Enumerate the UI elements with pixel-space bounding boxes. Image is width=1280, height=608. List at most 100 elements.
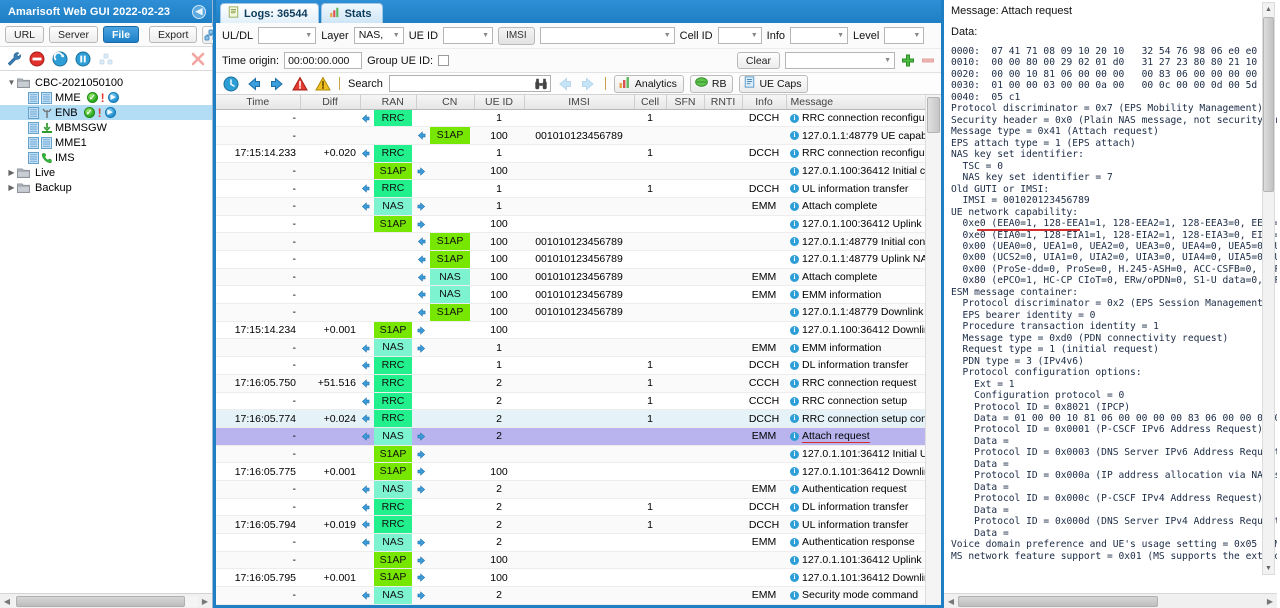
col-message[interactable]: Message — [786, 95, 925, 110]
tree-item-backup[interactable]: ▶ Backup — [0, 180, 212, 195]
scroll-right-arrow-icon[interactable]: ▶ — [198, 597, 212, 606]
col-sfn[interactable]: SFN — [666, 95, 705, 110]
table-row[interactable]: -RRC11DCCHiRRC connection reconfiguratio… — [216, 109, 925, 128]
table-row[interactable]: - NAS 100 001010123456789 EMM i Attach complet… — [216, 268, 925, 287]
table-row[interactable]: - S1AP 100 i127.0.1.100:36412 Uplink NAS tr… — [216, 215, 925, 234]
table-row[interactable]: - NAS 2 EMM i Authentication request — [216, 480, 925, 499]
col-ran[interactable]: RAN — [370, 95, 417, 110]
message-detail-content[interactable]: Message: Attach request Data: 0000: 07 4… — [944, 0, 1277, 593]
table-row[interactable]: - RRC 1 1 DCCH i DL information transfer — [216, 356, 925, 375]
status-ok-icon[interactable]: ✓ — [86, 92, 98, 103]
table-row[interactable]: 17:16:05.750 +51.516 RRC 2 1 CCCH i RRC connect… — [216, 374, 925, 393]
server-button[interactable]: Server — [49, 26, 98, 43]
layer-select[interactable]: NAS, ▼ — [353, 27, 404, 44]
chevron-down-icon[interactable]: ▼ — [6, 78, 17, 87]
table-row[interactable]: - S1AP 100 001010123456789 i 127.0.1.1:48779 … — [216, 232, 925, 251]
restart-icon[interactable] — [52, 51, 68, 67]
table-row[interactable]: - NAS 2 EMM i Authentication response — [216, 533, 925, 552]
scroll-left-arrow-icon[interactable]: ◀ — [944, 597, 958, 606]
detail-scroll-thumb[interactable] — [1263, 17, 1274, 192]
scroll-up-arrow-icon[interactable]: ▲ — [1263, 3, 1274, 15]
stop-icon[interactable] — [29, 51, 45, 67]
sidebar-horizontal-scrollbar[interactable]: ◀ ▶ — [0, 593, 212, 608]
table-row[interactable]: - NAS 2 EMM i Attach request — [216, 427, 925, 446]
level-select[interactable]: ▼ — [884, 27, 925, 44]
table-row[interactable]: 17:16:05.775 +0.001 S1AP 100 i 127.0.1.101:36… — [216, 462, 925, 481]
col-diff[interactable]: Diff — [300, 95, 361, 110]
table-row[interactable]: -RRC21DCCHiDL information transfer — [216, 604, 925, 605]
search-prev-icon[interactable] — [557, 75, 574, 92]
minus-icon[interactable] — [920, 53, 935, 68]
table-row[interactable]: 17:15:14.233 +0.020 RRC 1 1 DCCH i RRC connecti… — [216, 144, 925, 163]
tree-item-mme[interactable]: MME ✓! ▶ — [0, 90, 212, 105]
analytics-button[interactable]: Analytics — [613, 74, 684, 93]
binoculars-icon[interactable] — [534, 77, 548, 94]
play-icon[interactable]: ▶ — [107, 92, 119, 103]
arrow-right-icon[interactable] — [268, 75, 285, 92]
ueid-select[interactable]: ▼ — [443, 27, 494, 44]
table-row[interactable]: -RRC21DCCHiDL information transfer — [216, 498, 925, 517]
scroll-right-arrow-icon[interactable]: ▶ — [1263, 597, 1277, 606]
table-row[interactable]: - S1AP 100 001010123456789 i 127.0.1.1:48779 … — [216, 126, 925, 145]
imsi-select[interactable]: ▼ — [539, 27, 675, 44]
tree-item-mbmsgw[interactable]: MBMSGW — [0, 120, 212, 135]
alert-icon[interactable]: ! — [98, 107, 102, 119]
scroll-left-arrow-icon[interactable]: ◀ — [0, 597, 14, 606]
tree-item-cbc-2021050100[interactable]: ▼ CBC-2021050100 — [0, 75, 212, 90]
group-ueid-checkbox[interactable] — [438, 55, 450, 66]
table-row[interactable]: 17:15:14.234 +0.001 S1AP 100 i 127.0.1.100:36… — [216, 321, 925, 340]
col-cell[interactable]: Cell — [634, 95, 667, 110]
table-row[interactable]: - S1AP 100 i127.0.1.100:36412 Initial conte… — [216, 162, 925, 181]
sidebar-scroll-thumb[interactable] — [16, 595, 186, 607]
col-ueid[interactable]: UE ID — [474, 95, 525, 110]
tree-item-mme1[interactable]: MME1 — [0, 135, 212, 150]
tab-logs[interactable]: Logs: 36544 — [220, 3, 319, 23]
table-row[interactable]: - NAS 100 001010123456789 EMM i EMM informatio… — [216, 285, 925, 305]
uldl-select[interactable]: ▼ — [258, 27, 317, 44]
file-button[interactable]: File — [102, 26, 140, 43]
url-button[interactable]: URL — [5, 26, 45, 43]
table-row[interactable]: - NAS 1 EMM i EMM information — [216, 338, 925, 358]
arrow-left-icon[interactable] — [245, 75, 262, 92]
sidebar-scroll-track[interactable] — [14, 595, 198, 607]
clock-icon[interactable] — [222, 75, 239, 92]
table-row[interactable]: 17:16:05.774 +0.024 RRC 2 1 DCCH i RRC connecti… — [216, 409, 925, 428]
alert-icon[interactable]: ! — [101, 92, 105, 104]
table-row[interactable]: - S1AP 100 001010123456789 i 127.0.1.1:48779 … — [216, 303, 925, 322]
export-button[interactable]: Export — [149, 26, 198, 43]
table-row[interactable]: - S1AP 100 001010123456789 i 127.0.1.1:48779 … — [216, 250, 925, 269]
detail-vertical-scrollbar[interactable]: ▲ ▼ — [1262, 2, 1275, 575]
scroll-down-arrow-icon[interactable]: ▼ — [1263, 562, 1274, 574]
tree-item-enb[interactable]: ENB ✓! ▶ — [0, 105, 212, 120]
search-input[interactable] — [388, 75, 551, 94]
pause-icon[interactable] — [75, 51, 91, 67]
col-cn[interactable]: CN — [426, 95, 475, 110]
search-next-icon[interactable] — [580, 75, 597, 92]
close-icon[interactable] — [190, 51, 206, 67]
info-select[interactable]: ▼ — [790, 27, 848, 44]
chevron-right-icon[interactable]: ▶ — [6, 168, 17, 177]
table-row[interactable]: - S1AP 100 i127.0.1.101:36412 Uplink NAS tr… — [216, 551, 925, 570]
preset-select[interactable]: ▼ — [785, 52, 895, 69]
ue-caps-button[interactable]: UE Caps — [739, 74, 809, 93]
table-row[interactable]: - NAS 1 EMM i Attach complete — [216, 197, 925, 216]
play-icon[interactable]: ▶ — [104, 107, 116, 118]
chevron-right-icon[interactable]: ▶ — [6, 183, 17, 192]
tree-item-live[interactable]: ▶ Live — [0, 165, 212, 180]
detail-hscroll-thumb[interactable] — [958, 596, 1158, 607]
col-rnti[interactable]: RNTI — [704, 95, 743, 110]
warning-triangle-icon[interactable] — [314, 75, 331, 92]
table-row[interactable]: 17:16:05.795 +0.001 S1AP 100 i 127.0.1.101:36… — [216, 568, 925, 588]
wrench-icon[interactable] — [6, 51, 22, 67]
col-time[interactable]: Time — [216, 95, 301, 110]
node-tree[interactable]: ▼ CBC-2021050100 MME ✓! ▶ ENB ✓! ▶ MBMSGW MME1 IMS… — [0, 71, 212, 593]
plus-icon[interactable] — [900, 53, 915, 68]
clear-button[interactable]: Clear — [736, 52, 780, 69]
table-row[interactable]: - NAS 2 EMM i Security mode command — [216, 586, 925, 605]
tab-stats[interactable]: Stats — [320, 3, 383, 23]
table-row[interactable]: 17:16:05.794 +0.019 RRC 2 1 DCCH i UL informati… — [216, 515, 925, 534]
cellid-select[interactable]: ▼ — [717, 27, 762, 44]
chevron-left-icon[interactable]: ◀ — [192, 4, 206, 19]
rb-button[interactable]: RB — [689, 74, 734, 93]
imsi-button[interactable]: IMSI — [498, 26, 535, 45]
